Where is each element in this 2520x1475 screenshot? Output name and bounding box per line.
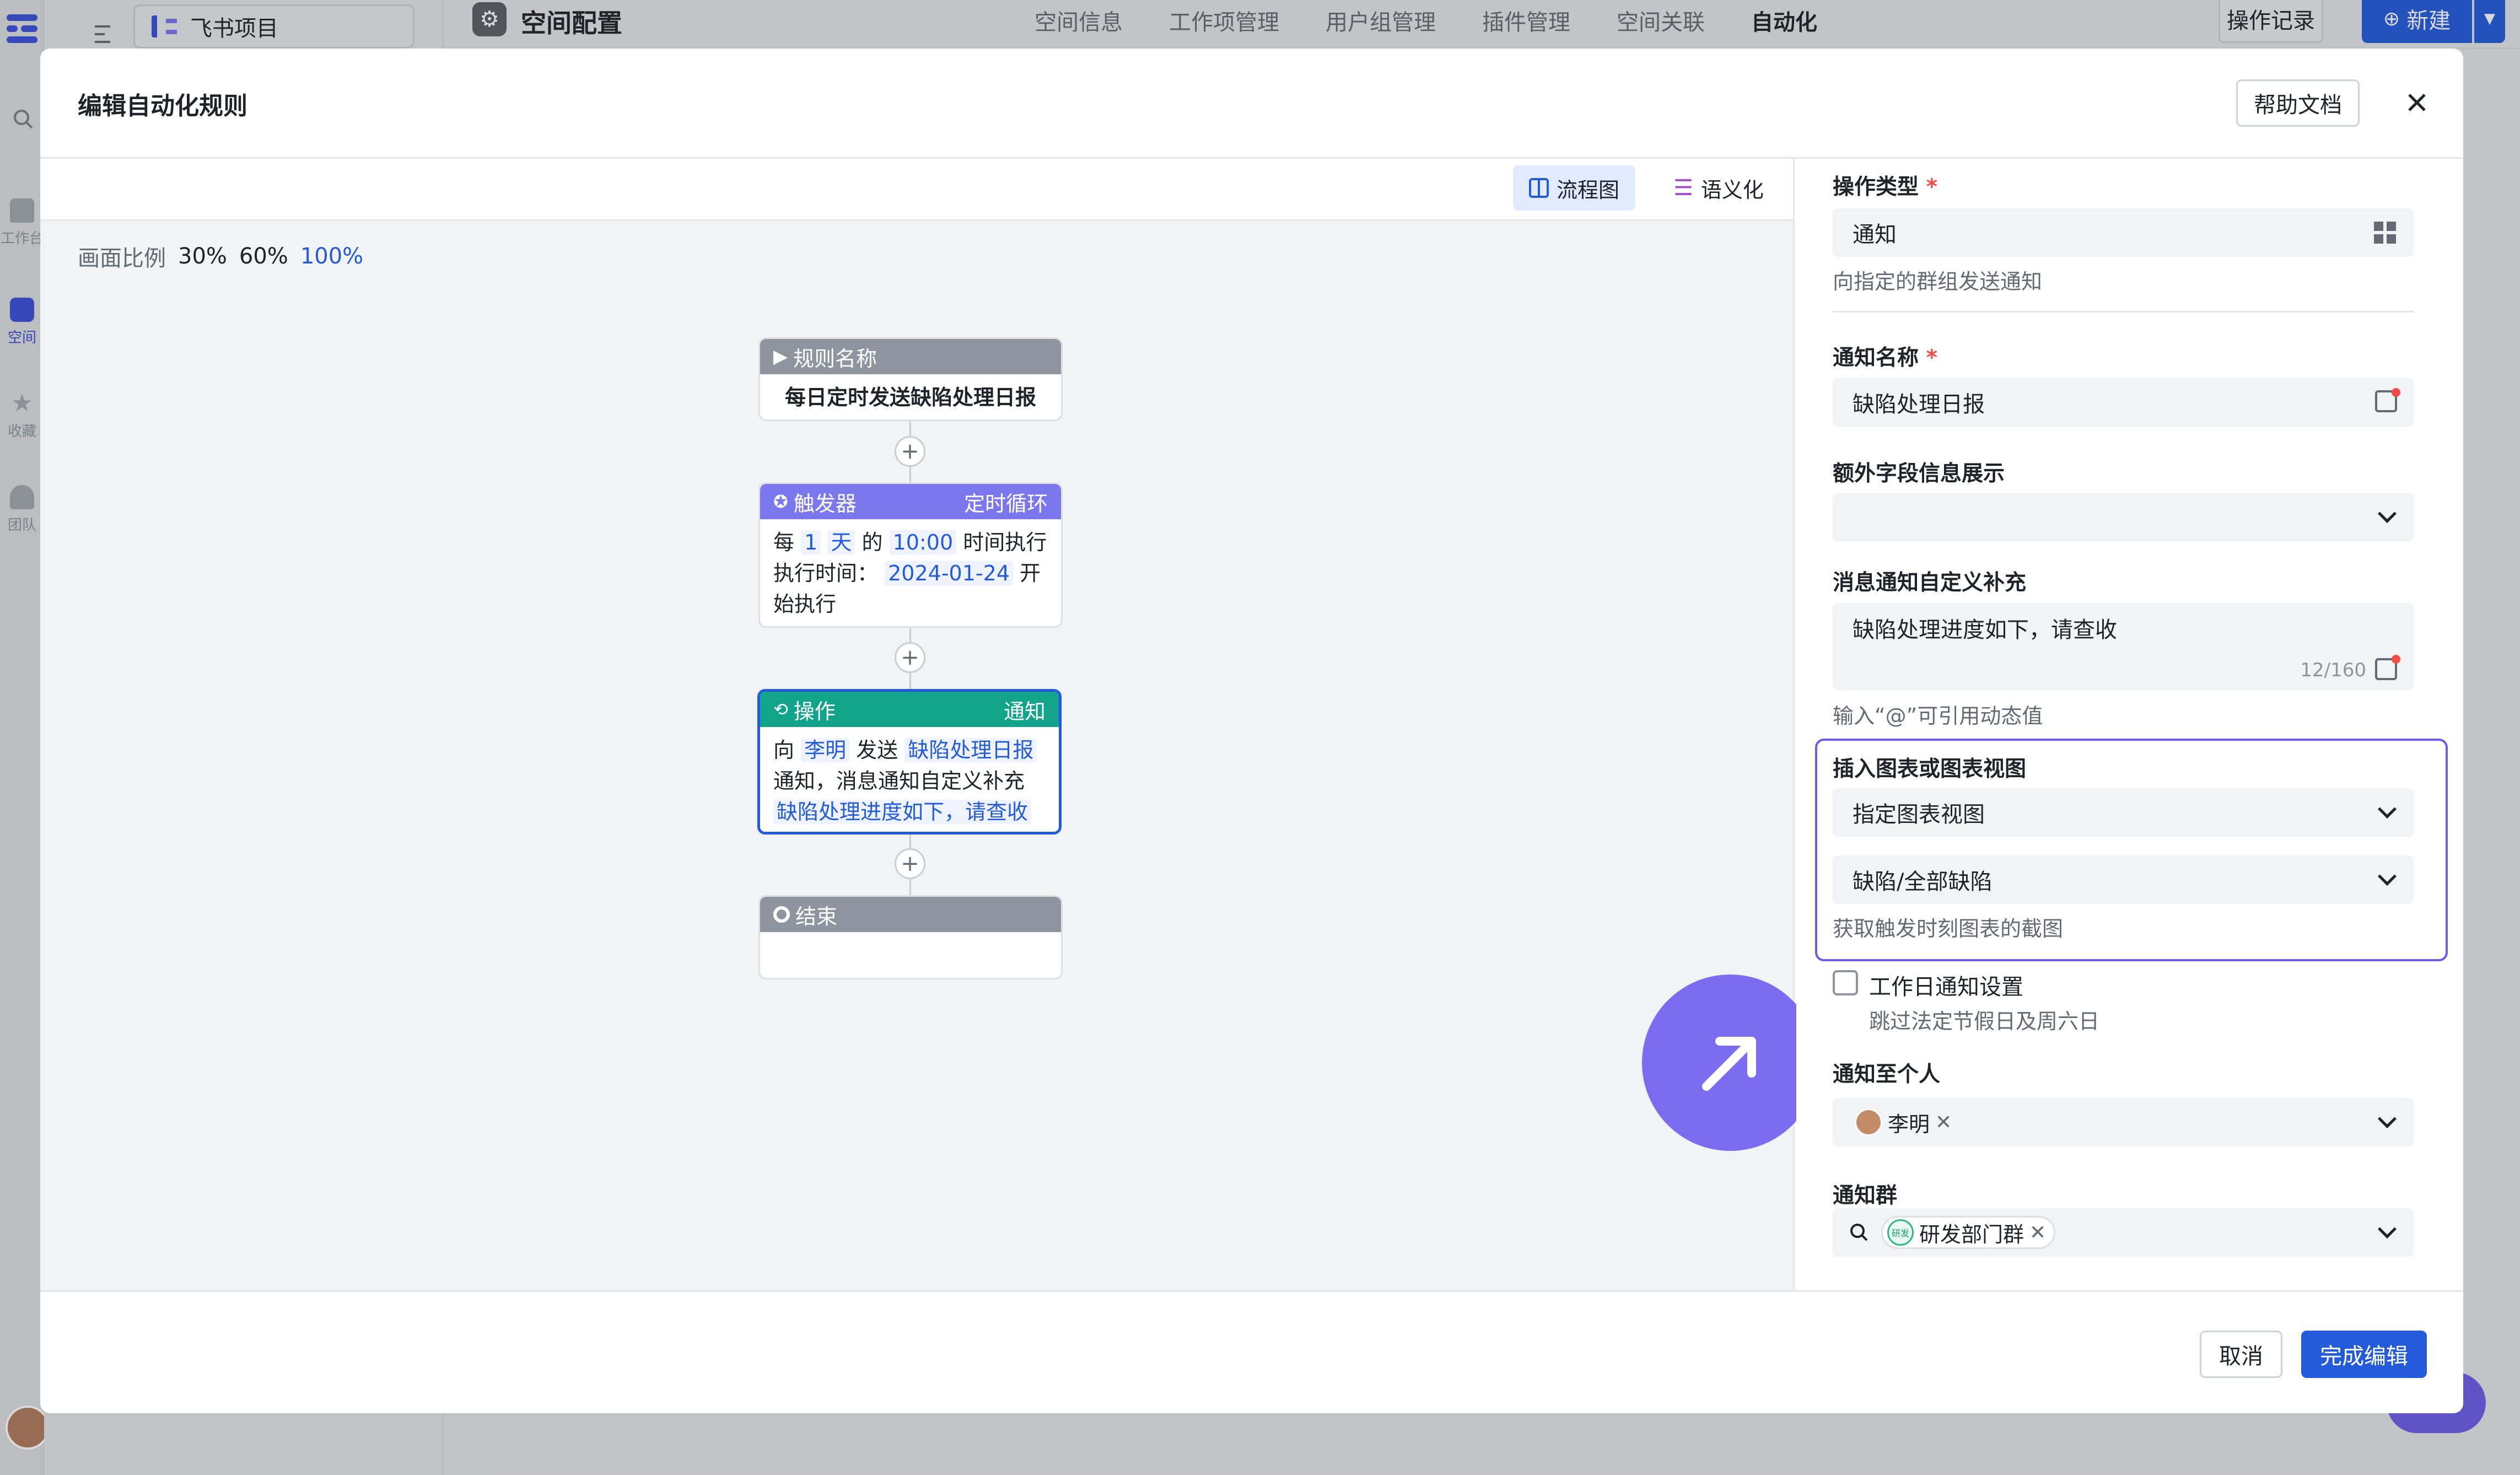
group-label: 通知群 bbox=[1833, 1183, 1898, 1208]
group-tag: 研发 研发部门群 ✕ bbox=[1881, 1216, 2056, 1249]
modal-title: 编辑自动化规则 bbox=[78, 92, 247, 120]
end-node[interactable]: 结束 bbox=[758, 895, 1063, 979]
trigger-line-3: 始执行 bbox=[773, 592, 837, 616]
trigger-line-2: 执行时间： 2024-01-24 开 bbox=[773, 561, 1041, 585]
person-select[interactable]: 李明 ✕ bbox=[1833, 1098, 2414, 1146]
flowchart-icon bbox=[1528, 178, 1549, 198]
zoom-30[interactable]: 30% bbox=[178, 244, 227, 269]
extra-fields-select[interactable] bbox=[1833, 493, 2414, 541]
msg-hint: 输入“@”可引用动态值 bbox=[1833, 704, 2043, 728]
trigger-node[interactable]: ✪ 触发器 定时循环 每 1 天 的 10:00 时间执行 执行时间： 2024-… bbox=[758, 482, 1063, 628]
chevron-down-icon bbox=[2378, 1220, 2397, 1239]
name-label: 通知名称 * bbox=[1833, 346, 1937, 370]
edit-rule-modal: 编辑自动化规则 帮助文档 流程图 ☰ 语义化 画面比例 30% 60% 100% bbox=[40, 49, 2463, 1413]
trigger-icon: ✪ bbox=[773, 491, 788, 512]
red-dot-icon bbox=[2392, 388, 2400, 397]
remove-tag-icon[interactable]: ✕ bbox=[2029, 1221, 2046, 1244]
chevron-down-icon bbox=[2378, 1110, 2397, 1128]
play-circle-icon: ▶ bbox=[773, 346, 788, 368]
op-type-label: 操作类型 * bbox=[1833, 175, 1937, 200]
tab-flowchart[interactable]: 流程图 bbox=[1513, 165, 1635, 211]
remove-tag-icon[interactable]: ✕ bbox=[1935, 1111, 1952, 1134]
action-type: 通知 bbox=[1003, 699, 1046, 724]
search-icon bbox=[1848, 1221, 1870, 1243]
grid-icon bbox=[2374, 222, 2396, 244]
chart-label: 插入图表或图表视图 bbox=[1833, 757, 2027, 782]
zoom-control: 画面比例 30% 60% 100% bbox=[78, 240, 363, 272]
avatar bbox=[1855, 1108, 1882, 1136]
op-type-select[interactable]: 通知 bbox=[1833, 208, 2414, 257]
chevron-down-icon bbox=[2378, 867, 2397, 886]
expand-arrow-button[interactable] bbox=[1642, 975, 1818, 1151]
msg-label: 消息通知自定义补充 bbox=[1833, 570, 2027, 595]
action-line-2: 通知，消息通知自定义补充 bbox=[773, 769, 1025, 793]
workday-hint: 跳过法定节假日及周六日 bbox=[1869, 1009, 2100, 1033]
modal-footer: 取消 完成编辑 bbox=[40, 1290, 2463, 1413]
op-type-hint: 向指定的群组发送通知 bbox=[1833, 270, 2043, 294]
action-line-1: 向 李明 发送 缺陷处理日报 bbox=[773, 735, 1046, 766]
chart-view-select[interactable]: 缺陷/全部缺陷 bbox=[1833, 855, 2414, 904]
list-icon: ☰ bbox=[1673, 175, 1693, 201]
trigger-line-1: 每 1 天 的 10:00 时间执行 bbox=[773, 530, 1047, 555]
person-label: 通知至个人 bbox=[1833, 1062, 1941, 1087]
tab-semantic[interactable]: ☰ 语义化 bbox=[1657, 165, 1780, 211]
canvas-toolbar: 流程图 ☰ 语义化 bbox=[40, 159, 1793, 221]
msg-textarea[interactable]: 缺陷处理进度如下，请查收 12/160 bbox=[1833, 603, 2414, 690]
cancel-button[interactable]: 取消 bbox=[2200, 1331, 2282, 1378]
arrow-up-right-icon bbox=[1702, 1037, 1756, 1091]
chevron-down-icon bbox=[2378, 504, 2397, 523]
rule-name-text: 每日定时发送缺陷处理日报 bbox=[784, 385, 1036, 410]
name-input[interactable]: 缺陷处理日报 bbox=[1833, 378, 2414, 427]
zoom-label: 画面比例 bbox=[78, 246, 166, 271]
extra-fields-label: 额外字段信息展示 bbox=[1833, 461, 2005, 486]
rule-name-node[interactable]: ▶ 规则名称 每日定时发送缺陷处理日报 bbox=[758, 337, 1063, 421]
add-node-button[interactable]: + bbox=[895, 436, 925, 467]
action-icon: ⟲ bbox=[773, 699, 788, 720]
finish-edit-button[interactable]: 完成编辑 bbox=[2301, 1331, 2427, 1378]
group-avatar: 研发 bbox=[1887, 1219, 1914, 1246]
workday-label[interactable]: 工作日通知设置 bbox=[1869, 969, 2023, 1001]
action-node[interactable]: ⟲ 操作 通知 向 李明 发送 缺陷处理日报 通知，消息通知自定义补充 缺陷处理进… bbox=[757, 689, 1062, 835]
flow-canvas: 流程图 ☰ 语义化 画面比例 30% 60% 100% ▶ 规则名称 每日定时发送… bbox=[40, 159, 1818, 1290]
chart-hint: 获取触发时刻图表的截图 bbox=[1833, 917, 2064, 941]
zoom-60[interactable]: 60% bbox=[239, 244, 288, 269]
zoom-100[interactable]: 100% bbox=[300, 244, 363, 269]
chevron-down-icon bbox=[2378, 800, 2397, 819]
chart-type-select[interactable]: 指定图表视图 bbox=[1833, 788, 2414, 837]
action-line-3: 缺陷处理进度如下，请查收 bbox=[773, 796, 1046, 827]
add-node-button[interactable]: + bbox=[895, 848, 925, 879]
add-node-button[interactable]: + bbox=[895, 642, 925, 673]
trigger-type: 定时循环 bbox=[963, 491, 1048, 516]
person-tag: 李明 ✕ bbox=[1855, 1106, 1959, 1139]
modal-header: 编辑自动化规则 帮助文档 bbox=[40, 49, 2463, 159]
group-select[interactable]: 研发 研发部门群 ✕ bbox=[1833, 1208, 2414, 1257]
config-panel: 操作类型 * 通知 向指定的群组发送通知 通知名称 * 缺陷处理日报 额外字段信… bbox=[1796, 159, 2463, 1290]
red-dot-icon bbox=[2392, 655, 2400, 664]
workday-checkbox[interactable] bbox=[1833, 970, 1858, 995]
end-circle-icon bbox=[773, 906, 790, 923]
close-icon[interactable] bbox=[2401, 87, 2432, 118]
help-doc-button[interactable]: 帮助文档 bbox=[2236, 79, 2360, 127]
char-count: 12/160 bbox=[2300, 659, 2366, 681]
divider bbox=[1833, 311, 2414, 313]
